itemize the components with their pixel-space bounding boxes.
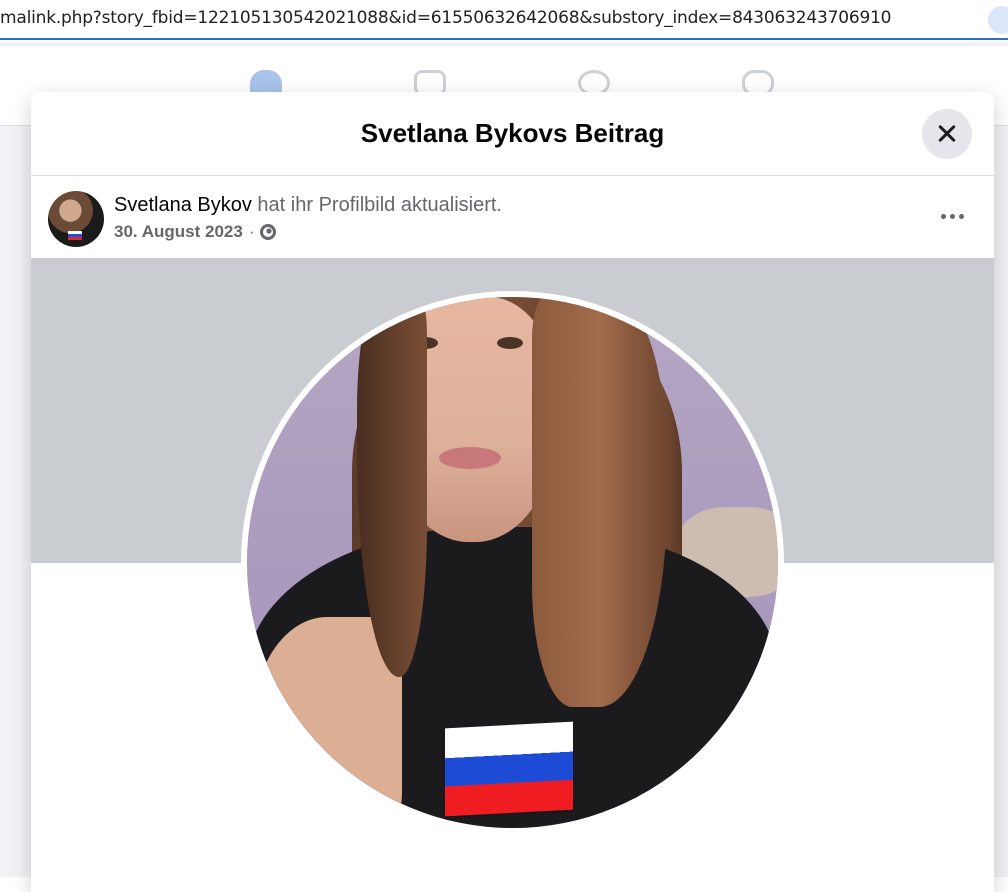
- more-dot: [958, 213, 964, 219]
- browser-extension-icon[interactable]: [988, 6, 1008, 34]
- flag-icon: [68, 231, 82, 240]
- author-name-link[interactable]: Svetlana Bykov: [114, 194, 252, 216]
- more-options-button[interactable]: [932, 206, 972, 226]
- photo-eye: [497, 337, 523, 349]
- meta-separator: ·: [248, 222, 255, 241]
- russian-flag-icon: [445, 721, 573, 817]
- post-header: Svetlana Bykov hat ihr Profilbild aktual…: [31, 176, 994, 258]
- avatar[interactable]: [48, 191, 104, 247]
- post-modal: Svetlana Bykovs Beitrag Svetlana Bykov h…: [31, 92, 994, 892]
- photo-lips: [439, 447, 501, 469]
- browser-address-bar[interactable]: malink.php?story_fbid=122105130542021088…: [0, 0, 1008, 40]
- modal-title: Svetlana Bykovs Beitrag: [360, 118, 665, 148]
- photo-hair-right: [532, 297, 667, 707]
- profile-picture[interactable]: [241, 291, 784, 834]
- post-meta: 30. August 2023 ·: [114, 222, 277, 242]
- post-date-link[interactable]: 30. August 2023: [114, 222, 243, 242]
- profile-photo-area[interactable]: [31, 258, 994, 878]
- more-dot: [940, 213, 946, 219]
- globe-icon[interactable]: [260, 224, 277, 240]
- modal-header: Svetlana Bykovs Beitrag: [31, 92, 994, 176]
- url-text[interactable]: malink.php?story_fbid=122105130542021088…: [0, 8, 892, 28]
- post-author-line: Svetlana Bykov hat ihr Profilbild aktual…: [114, 194, 502, 217]
- post-action-text: hat ihr Profilbild aktualisiert.: [257, 194, 502, 216]
- more-dot: [949, 213, 955, 219]
- close-button[interactable]: [922, 109, 972, 159]
